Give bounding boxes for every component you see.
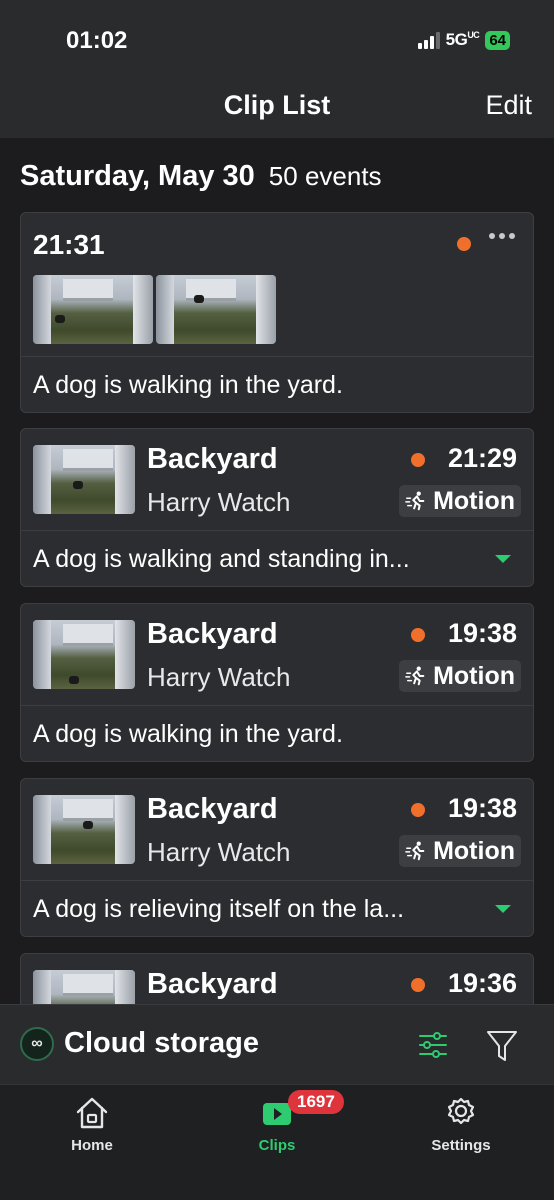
event-description: A dog is walking in the yard.: [33, 371, 343, 399]
event-time: 19:38: [447, 793, 517, 823]
event-card[interactable]: Backyard Harry Watch 21:29 Motion A dog …: [20, 428, 534, 587]
events-count: 50 events: [268, 161, 382, 191]
event-time: 21:29: [447, 443, 517, 473]
network-type: 5GUC: [445, 30, 480, 49]
date-header: Saturday, May 30 50 events: [20, 160, 382, 193]
event-device-name: Harry Watch: [147, 487, 291, 517]
motion-badge: Motion: [399, 660, 521, 692]
event-time: 21:31: [33, 229, 105, 260]
cloud-storage-label[interactable]: Cloud storage: [64, 1027, 259, 1060]
tab-label: Settings: [431, 1137, 491, 1154]
nav-bar: Clip List Edit: [0, 70, 554, 138]
cellular-signal-icon: [417, 31, 440, 49]
filter-icon[interactable]: [486, 1029, 518, 1063]
event-time: 19:36: [447, 968, 517, 998]
event-status-dot: [411, 453, 425, 467]
settings-icon: [447, 1097, 475, 1125]
clip-thumbnail[interactable]: [33, 445, 135, 514]
event-card[interactable]: Backyard Harry Watch 19:38 Motion A dog …: [20, 603, 534, 762]
badge-label: Motion: [433, 486, 515, 515]
page-title: Clip List: [223, 90, 331, 120]
cloud-storage-bar: ∞ Cloud storage: [0, 1004, 554, 1084]
event-description-row[interactable]: A dog is walking in the yard.: [21, 705, 533, 761]
badge-label: Motion: [433, 836, 515, 865]
motion-icon: [405, 841, 425, 861]
event-card[interactable]: Backyard 19:36: [20, 953, 534, 1004]
event-description: A dog is relieving itself on the la...: [33, 895, 405, 923]
event-camera-name: Backyard: [147, 793, 278, 825]
tab-home[interactable]: Home: [32, 1095, 152, 1154]
clip-thumbnail[interactable]: [33, 620, 135, 689]
event-camera-name: Backyard: [147, 968, 278, 1000]
motion-icon: [405, 666, 425, 686]
event-card[interactable]: Backyard Harry Watch 19:38 Motion A dog …: [20, 778, 534, 937]
event-description: A dog is walking and standing in...: [33, 545, 410, 573]
event-description-row[interactable]: A dog is walking and standing in...: [21, 530, 533, 586]
clip-list[interactable]: Saturday, May 30 50 events 21:31 A dog i…: [0, 138, 554, 1004]
event-camera-name: Backyard: [147, 443, 278, 475]
tab-label: Clips: [258, 1137, 296, 1154]
cloud-storage-icon: ∞: [20, 1027, 54, 1061]
motion-badge: Motion: [399, 485, 521, 517]
edit-button[interactable]: Edit: [485, 90, 532, 121]
date-label: Saturday, May 30: [20, 160, 255, 192]
event-status-dot: [457, 237, 471, 251]
event-description: A dog is walking in the yard.: [33, 720, 343, 748]
tab-settings[interactable]: Settings: [401, 1095, 521, 1154]
adjust-icon[interactable]: [418, 1030, 448, 1060]
event-description-row[interactable]: A dog is walking in the yard.: [21, 356, 533, 412]
motion-icon: [405, 491, 425, 511]
event-description-row[interactable]: A dog is relieving itself on the la...: [21, 880, 533, 936]
more-icon[interactable]: [489, 233, 515, 239]
clip-thumbnail[interactable]: [33, 275, 153, 344]
status-indicators: 5GUC 64: [417, 30, 510, 50]
event-device-name: Harry Watch: [147, 837, 291, 867]
event-card[interactable]: 21:31 A dog is walking in the yard.: [20, 212, 534, 413]
event-camera-name: Backyard: [147, 618, 278, 650]
event-status-dot: [411, 978, 425, 992]
expand-caret-icon[interactable]: [495, 555, 511, 563]
motion-badge: Motion: [399, 835, 521, 867]
event-device-name: Harry Watch: [147, 662, 291, 692]
home-icon: [76, 1097, 108, 1129]
tab-bar: Home Clips 1697 Settings: [0, 1084, 554, 1200]
clip-thumbnail[interactable]: [33, 795, 135, 864]
clips-count-badge: 1697: [288, 1090, 344, 1114]
clip-thumbnail[interactable]: [33, 970, 135, 1004]
badge-label: Motion: [433, 661, 515, 690]
tab-label: Home: [71, 1137, 113, 1154]
status-time: 01:02: [66, 27, 128, 54]
battery-icon: 64: [485, 30, 510, 50]
event-time: 19:38: [447, 618, 517, 648]
event-status-dot: [411, 803, 425, 817]
event-status-dot: [411, 628, 425, 642]
expand-caret-icon[interactable]: [495, 905, 511, 913]
status-bar: 01:02 5GUC 64: [0, 0, 554, 70]
clip-thumbnail[interactable]: [156, 275, 276, 344]
